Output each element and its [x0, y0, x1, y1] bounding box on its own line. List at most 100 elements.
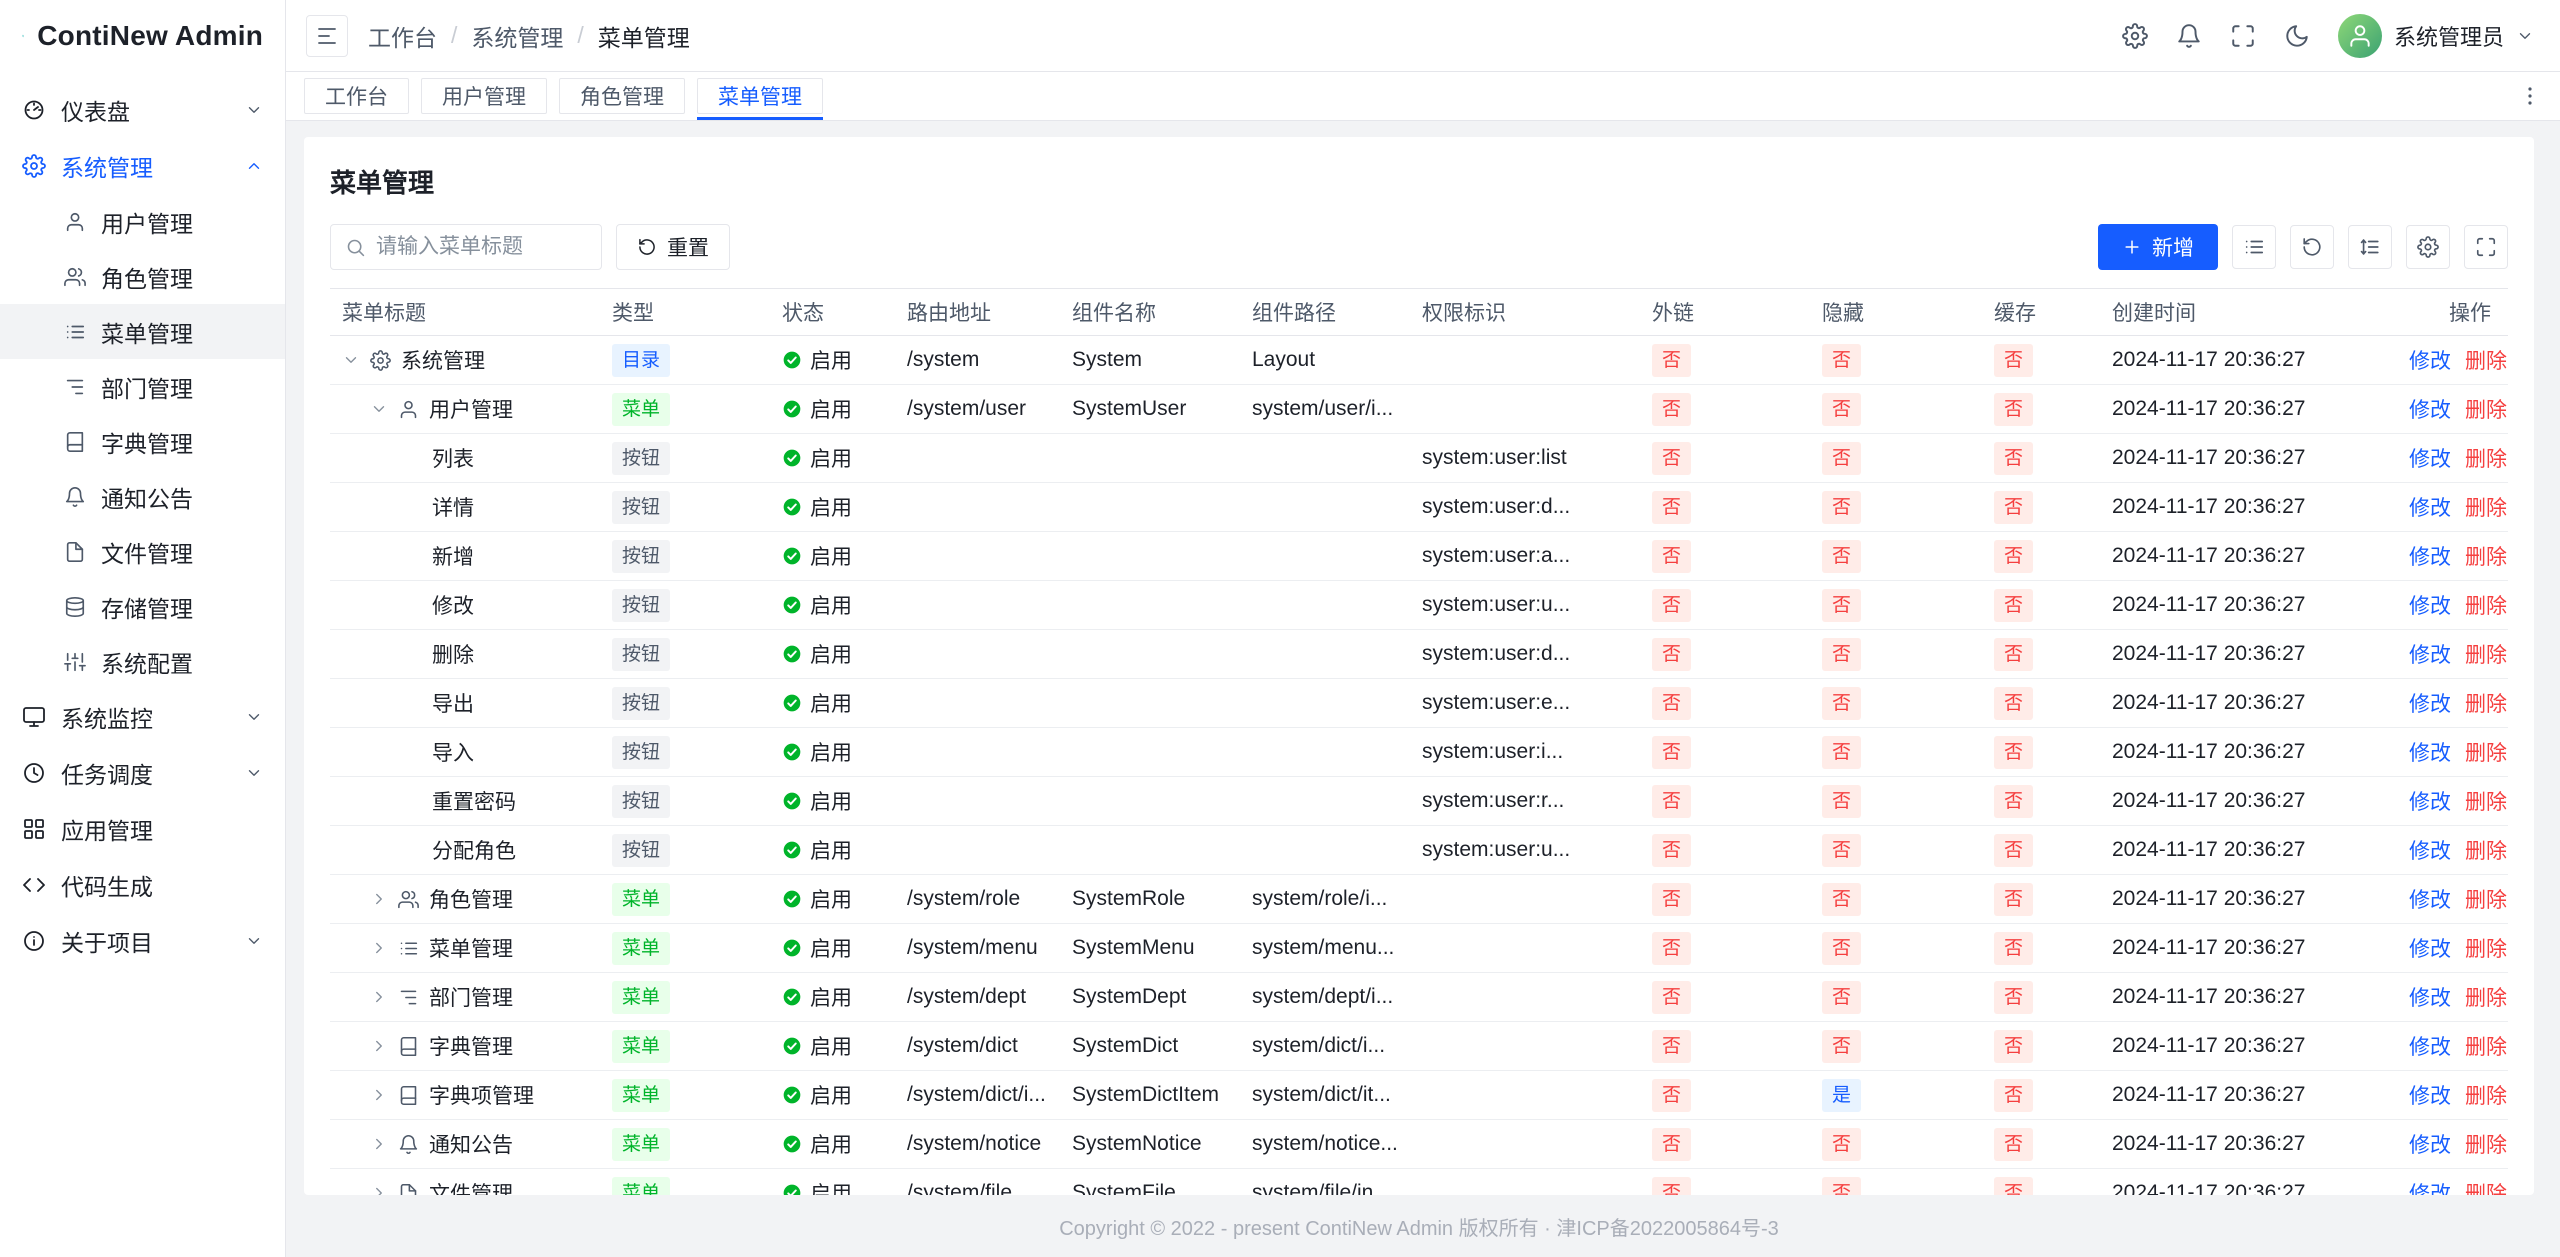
- sidebar-item-monitor[interactable]: 系统监控: [0, 689, 285, 745]
- column-settings-button[interactable]: [2406, 225, 2450, 269]
- edit-link[interactable]: 修改: [2409, 497, 2451, 520]
- tab-user[interactable]: 用户管理: [421, 78, 547, 114]
- edit-link[interactable]: 修改: [2409, 693, 2451, 716]
- permission-cell: [1410, 1071, 1640, 1120]
- type-badge: 菜单: [612, 981, 670, 1014]
- sidebar-item-menu[interactable]: 菜单管理: [0, 304, 285, 359]
- delete-link[interactable]: 删除: [2465, 987, 2507, 1010]
- edit-link[interactable]: 修改: [2409, 742, 2451, 765]
- edit-link[interactable]: 修改: [2409, 1085, 2451, 1108]
- route-cell: [895, 679, 1060, 728]
- delete-link[interactable]: 删除: [2465, 693, 2507, 716]
- sidebar-item-config[interactable]: 系统配置: [0, 634, 285, 689]
- sidebar-item-codegen[interactable]: 代码生成: [0, 857, 285, 913]
- edit-link[interactable]: 修改: [2409, 889, 2451, 912]
- expand-row-icon[interactable]: [370, 1086, 388, 1104]
- user-menu[interactable]: 系统管理员: [2338, 14, 2534, 58]
- edit-link[interactable]: 修改: [2409, 1134, 2451, 1157]
- sidebar-collapse-button[interactable]: [306, 15, 348, 57]
- sidebar-item-notice[interactable]: 通知公告: [0, 469, 285, 524]
- edit-link[interactable]: 修改: [2409, 399, 2451, 422]
- component-path-cell: system/role/i...: [1240, 875, 1410, 924]
- status-enabled-icon: [782, 448, 802, 468]
- delete-link[interactable]: 删除: [2465, 350, 2507, 373]
- expand-row-icon[interactable]: [370, 988, 388, 1006]
- sidebar-item-app[interactable]: 应用管理: [0, 801, 285, 857]
- sidebar-item-label: 存储管理: [101, 590, 193, 624]
- sidebar-item-system[interactable]: 系统管理: [0, 138, 285, 194]
- delete-link[interactable]: 删除: [2465, 644, 2507, 667]
- edit-link[interactable]: 修改: [2409, 546, 2451, 569]
- delete-link[interactable]: 删除: [2465, 791, 2507, 814]
- edit-link[interactable]: 修改: [2409, 1183, 2451, 1195]
- sidebar-item-user[interactable]: 用户管理: [0, 194, 285, 249]
- main-area: 工作台 / 系统管理 / 菜单管理 系统管理员 工作台用户管理角色管理菜单管理 …: [286, 0, 2560, 1257]
- no-badge: 否: [1652, 638, 1691, 671]
- expand-row-icon[interactable]: [370, 1184, 388, 1195]
- delete-link[interactable]: 删除: [2465, 889, 2507, 912]
- delete-link[interactable]: 删除: [2465, 448, 2507, 471]
- edit-link[interactable]: 修改: [2409, 791, 2451, 814]
- expand-row-icon[interactable]: [370, 939, 388, 957]
- theme-button[interactable]: [2284, 23, 2310, 49]
- expand-row-icon[interactable]: [370, 1135, 388, 1153]
- sidebar-item-dashboard[interactable]: 仪表盘: [0, 82, 285, 138]
- delete-link[interactable]: 删除: [2465, 840, 2507, 863]
- tab-menu[interactable]: 菜单管理: [697, 78, 823, 114]
- menu-table-wrap: 菜单标题类型状态路由地址组件名称组件路径权限标识外链隐藏缓存创建时间操作 系统管…: [330, 288, 2508, 1195]
- table-row: 字典管理菜单启用/system/dictSystemDictsystem/dic…: [330, 1022, 2508, 1071]
- row-height-button[interactable]: [2348, 225, 2392, 269]
- sidebar-item-schedule[interactable]: 任务调度: [0, 745, 285, 801]
- fullscreen-button[interactable]: [2230, 23, 2256, 49]
- delete-link[interactable]: 删除: [2465, 399, 2507, 422]
- delete-link[interactable]: 删除: [2465, 938, 2507, 961]
- breadcrumb-item[interactable]: 系统管理: [471, 19, 563, 53]
- delete-link[interactable]: 删除: [2465, 1085, 2507, 1108]
- no-badge: 否: [1652, 883, 1691, 916]
- no-badge: 否: [1822, 540, 1861, 573]
- search-input[interactable]: [376, 235, 587, 259]
- edit-link[interactable]: 修改: [2409, 840, 2451, 863]
- expand-row-icon[interactable]: [370, 890, 388, 908]
- sidebar-item-dict[interactable]: 字典管理: [0, 414, 285, 469]
- delete-link[interactable]: 删除: [2465, 497, 2507, 520]
- menu-title: 菜单管理: [429, 933, 513, 963]
- delete-link[interactable]: 删除: [2465, 546, 2507, 569]
- sidebar-item-storage[interactable]: 存储管理: [0, 579, 285, 634]
- edit-link[interactable]: 修改: [2409, 350, 2451, 373]
- breadcrumb-item[interactable]: 工作台: [368, 19, 437, 53]
- delete-link[interactable]: 删除: [2465, 742, 2507, 765]
- sidebar-item-file[interactable]: 文件管理: [0, 524, 285, 579]
- users-icon: [64, 266, 86, 288]
- add-button[interactable]: 新增: [2098, 224, 2218, 270]
- hidden-cell: 否: [1810, 826, 1982, 875]
- clock-icon: [22, 761, 46, 785]
- collapse-row-icon[interactable]: [370, 400, 388, 418]
- edit-link[interactable]: 修改: [2409, 595, 2451, 618]
- sidebar-item-about[interactable]: 关于项目: [0, 913, 285, 969]
- tab-workplace[interactable]: 工作台: [304, 78, 409, 114]
- tab-more-button[interactable]: [2518, 84, 2542, 108]
- refresh-button[interactable]: [2290, 225, 2334, 269]
- expand-row-icon[interactable]: [370, 1037, 388, 1055]
- edit-link[interactable]: 修改: [2409, 644, 2451, 667]
- tab-role[interactable]: 角色管理: [559, 78, 685, 114]
- fullscreen-button[interactable]: [2464, 225, 2508, 269]
- edit-link[interactable]: 修改: [2409, 1036, 2451, 1059]
- delete-link[interactable]: 删除: [2465, 1036, 2507, 1059]
- settings-button[interactable]: [2122, 23, 2148, 49]
- edit-link[interactable]: 修改: [2409, 987, 2451, 1010]
- sidebar-item-role[interactable]: 角色管理: [0, 249, 285, 304]
- route-cell: [895, 532, 1060, 581]
- logo[interactable]: ContiNew Admin: [0, 0, 285, 72]
- notifications-button[interactable]: [2176, 23, 2202, 49]
- delete-link[interactable]: 删除: [2465, 595, 2507, 618]
- delete-link[interactable]: 删除: [2465, 1134, 2507, 1157]
- collapse-row-icon[interactable]: [342, 351, 360, 369]
- density-button[interactable]: [2232, 225, 2276, 269]
- reset-button[interactable]: 重置: [616, 224, 730, 270]
- delete-link[interactable]: 删除: [2465, 1183, 2507, 1195]
- sidebar-item-dept[interactable]: 部门管理: [0, 359, 285, 414]
- edit-link[interactable]: 修改: [2409, 448, 2451, 471]
- edit-link[interactable]: 修改: [2409, 938, 2451, 961]
